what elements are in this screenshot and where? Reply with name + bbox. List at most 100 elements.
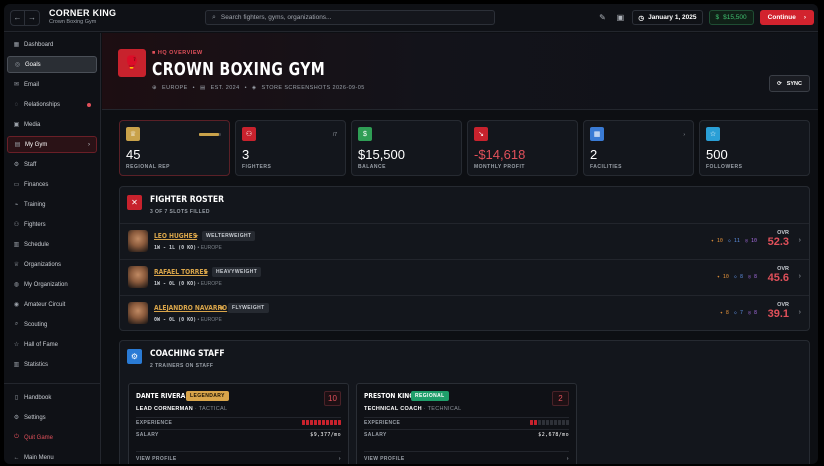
- trainer-card[interactable]: PRESTON KING REGIONAL 2 TECHNICAL COACH · T…: [356, 383, 577, 464]
- search-input[interactable]: ⌕ Search fighters, gyms, organizations..…: [205, 10, 495, 25]
- fighter-name[interactable]: LEO HUGHES: [154, 232, 197, 240]
- power-icon-stat: ✦ 10: [711, 238, 723, 244]
- date-button[interactable]: ◷ January 1, 2025: [632, 10, 703, 25]
- chevron-right-icon: ›: [566, 455, 569, 462]
- fighter-record: 1W - 1L (0 KO) • EUROPE: [154, 245, 222, 251]
- sidebar-item-my-gym[interactable]: ▤ My Gym ›: [7, 136, 97, 153]
- stat-label: FOLLOWERS: [706, 164, 743, 170]
- pencil-icon[interactable]: ✎: [596, 11, 608, 25]
- sidebar-item-media[interactable]: ▣ Media: [7, 116, 97, 133]
- sidebar-item-amateur-circuit[interactable]: ◉ Amateur Circuit: [7, 296, 97, 313]
- chevron-right-icon: ›: [803, 14, 806, 21]
- gym-store: STORE SCREENSHOTS 2026-09-05: [261, 85, 365, 91]
- gym-est: EST. 2024: [210, 85, 240, 91]
- view-profile-button[interactable]: VIEW PROFILE ›: [364, 451, 569, 464]
- stat-number: 8: [753, 310, 757, 316]
- calendar-icon: ▤: [199, 85, 206, 91]
- sidebar-item-label: Goals: [25, 61, 41, 68]
- sidebar-item-handbook[interactable]: ▯ Handbook: [7, 389, 97, 406]
- sidebar-item-scouting[interactable]: ⌕ Scouting: [7, 316, 97, 333]
- experience-segment: [562, 420, 565, 425]
- trainer-level: 2: [552, 391, 569, 406]
- sidebar-item-staff[interactable]: ⚙ Staff: [7, 156, 97, 173]
- nav-buttons: ← →: [10, 9, 40, 26]
- experience-segment: [334, 420, 337, 425]
- building-icon: ▦: [590, 127, 604, 141]
- sidebar-item-fighters[interactable]: ⚇ Fighters: [7, 216, 97, 233]
- stat-value: 500: [706, 147, 728, 162]
- sidebar-item-hall-of-fame[interactable]: ☆ Hall of Fame: [7, 336, 97, 353]
- stat-number: 10: [750, 238, 757, 244]
- save-icon[interactable]: ▣: [614, 11, 626, 25]
- stat-number: 8: [725, 310, 729, 316]
- sync-button[interactable]: ⟳ SYNC: [769, 75, 810, 92]
- sidebar-item-label: Finances: [24, 181, 49, 188]
- target-icon: ◎: [14, 62, 21, 68]
- chat-icon: ◌: [14, 101, 19, 108]
- sidebar-item-schedule[interactable]: ▥ Schedule: [7, 236, 97, 253]
- sidebar-item-label: Fighters: [24, 221, 46, 228]
- sidebar-item-finances[interactable]: ▭ Finances: [7, 176, 97, 193]
- forward-arrow-icon[interactable]: →: [25, 11, 39, 25]
- experience-segment: [546, 420, 549, 425]
- shield-icon: ◈: [251, 85, 257, 91]
- sidebar-item-dashboard[interactable]: ▦ Dashboard: [7, 36, 97, 53]
- view-profile-button[interactable]: VIEW PROFILE ›: [136, 451, 341, 464]
- experience-segment: [558, 420, 561, 425]
- experience-segment: [538, 420, 541, 425]
- trainer-level: 10: [324, 391, 341, 406]
- power-icon: ⏻: [14, 434, 19, 440]
- stat-label: MONTHLY PROFIT: [474, 164, 525, 170]
- sidebar-item-settings[interactable]: ⚙ Settings: [7, 409, 97, 426]
- sidebar-item-main-menu[interactable]: ← Main Menu: [7, 449, 97, 464]
- stat-card-facilities[interactable]: ▦ 2 FACILITIES ›: [583, 120, 694, 176]
- finance-icon: ▭: [13, 182, 20, 188]
- trainer-card[interactable]: DANTE RIVERA LEGENDARY 10 LEAD CORNERMAN · …: [128, 383, 349, 464]
- sidebar-divider: [4, 383, 100, 384]
- chevron-right-icon: ›: [338, 455, 341, 462]
- sidebar-item-quit-game[interactable]: ⏻ Quit Game: [7, 429, 97, 446]
- stat-extra: ›: [683, 132, 685, 138]
- fighter-stats: ✦ 10 ◇ 11 ◎ 10: [711, 238, 757, 244]
- role-label: LEAD CORNERMAN: [136, 406, 194, 412]
- defense-icon-stat: ◇ 7: [734, 310, 743, 316]
- power-icon-stat: ✦ 10: [717, 274, 729, 280]
- gear-icon: ⚙: [13, 415, 20, 421]
- fighter-name[interactable]: RAFAEL TORRES: [154, 268, 208, 276]
- salary-value: $9,377/mo: [310, 431, 341, 438]
- fighter-row[interactable]: ALEJANDRO NAVARRO ★ FLYWEIGHT 0W - 0L (0 KO…: [120, 295, 809, 330]
- fighter-row[interactable]: RAFAEL TORRES ★ HEAVYWEIGHT 1W - 0L (0 KO) …: [120, 259, 809, 294]
- stat-card-balance: $ $15,500 BALANCE: [351, 120, 462, 176]
- sidebar-item-email[interactable]: ✉ Email: [7, 76, 97, 93]
- continue-button[interactable]: Continue ›: [759, 10, 814, 25]
- sidebar-item-training[interactable]: ⌁ Training: [7, 196, 97, 213]
- org-icon: ◍: [13, 282, 20, 288]
- weight-class-badge: HEAVYWEIGHT: [212, 267, 262, 277]
- gear-icon: ⚙: [127, 349, 142, 364]
- sidebar-item-goals[interactable]: ◎ Goals: [7, 56, 97, 73]
- experience-segment: [566, 420, 569, 425]
- staff-icon: ⚙: [13, 162, 20, 168]
- stats-row: ♕ 45 REGIONAL REP ⚇ 3 FIGHTERS/7 $ $15,500 BALAN…: [119, 120, 810, 176]
- stat-card-regional-rep: ♕ 45 REGIONAL REP: [119, 120, 230, 176]
- fighters-icon: ⚇: [13, 222, 20, 228]
- cash-badge: $ $15,500: [708, 10, 754, 25]
- back-arrow-icon[interactable]: ←: [11, 10, 25, 25]
- coaching-subtitle: 2 TRAINERS ON STAFF: [150, 363, 214, 369]
- stat-label: REGIONAL REP: [126, 164, 170, 170]
- sidebar-item-label: Handbook: [24, 394, 52, 401]
- sidebar-item-organizations[interactable]: ♕ Organizations: [7, 256, 97, 273]
- gym-logo-icon: 🥊: [118, 49, 146, 77]
- sidebar-item-relationships[interactable]: ◌ Relationships: [7, 96, 97, 113]
- sidebar-item-statistics[interactable]: ▥ Statistics: [7, 356, 97, 373]
- fighter-name[interactable]: ALEJANDRO NAVARRO: [154, 304, 227, 312]
- notification-dot: [87, 102, 91, 107]
- sidebar-item-my-organization[interactable]: ◍ My Organization: [7, 276, 97, 293]
- salary-label: SALARY: [364, 431, 387, 438]
- hq-tag: ■ HQ OVERVIEW: [152, 50, 203, 56]
- globe-icon: ⊕: [152, 85, 158, 91]
- date-label: January 1, 2025: [648, 14, 697, 21]
- record-value: 0W - 0L (0 KO): [154, 317, 197, 323]
- fighter-row[interactable]: LEO HUGHES ★ WELTERWEIGHT 1W - 1L (0 KO) • …: [120, 223, 809, 258]
- sidebar-item-label: My Gym: [25, 141, 48, 148]
